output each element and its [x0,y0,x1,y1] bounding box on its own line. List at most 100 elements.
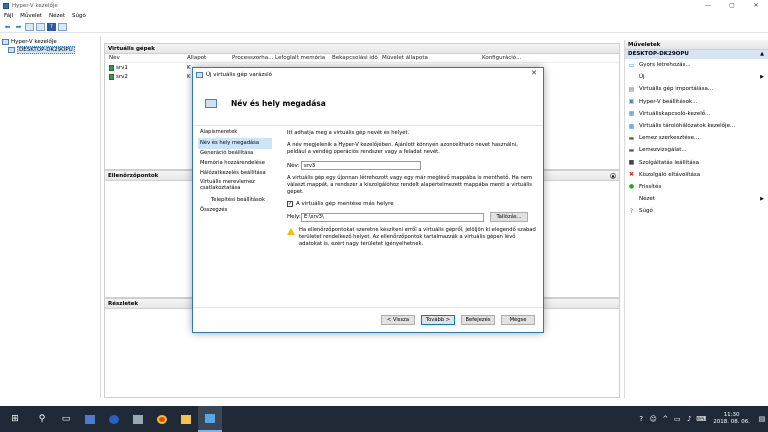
keyboard-icon[interactable]: ⌨ [695,415,707,423]
tree-root-label: Hyper-V kezelője [11,39,57,45]
refresh-icon: ● [628,183,635,191]
vm-icon [109,64,114,71]
clock[interactable]: 11:30 2018. 08. 06. [713,412,750,426]
action-item[interactable]: ▬ Lemez szerkesztése... [625,132,768,144]
action-item[interactable]: ? Súgó [625,205,768,217]
hyperv-taskbar-icon[interactable] [198,406,222,432]
back-arrow-icon[interactable]: ⬅ [3,23,12,31]
wizard-step[interactable]: Hálózatkezelés beállítása [198,169,272,179]
action-item[interactable]: ▦ Virtuális tárolóhálózatok kezelője... [625,120,768,132]
people-app-icon[interactable] [78,406,102,432]
browse-button[interactable]: Tallózás... [490,212,528,223]
system-tray: ? ☺ ^ ▭ ♪ ⌨ 11:30 2018. 08. 06. ▤ [635,406,768,432]
col-uptime[interactable]: Bekapcsolási idő [332,55,382,61]
file-explorer-icon[interactable] [174,406,198,432]
tree-host[interactable]: DESKTOP-DK29OPU [2,46,100,54]
show-hide-tree-icon[interactable] [25,22,34,31]
col-name[interactable]: Név [105,55,187,61]
wizard-step[interactable]: Virtuális merevlemez csatlakoztatása [198,179,272,195]
menu-file[interactable]: Fájl [4,13,13,19]
action-label: Kiszolgáló eltávolítása [639,171,701,178]
people-tray-icon[interactable]: ☺ [647,415,659,423]
wizard-step[interactable]: Név és hely megadása [198,138,272,149]
action-item[interactable]: ■ Szolgáltatás leállítása [625,157,768,169]
action-label: Új [639,74,645,81]
toolbar: ⬅ ➡ ? [0,21,768,33]
action-label: Virtuális tárolóhálózatok kezelője... [639,123,736,130]
collapse-caret-icon[interactable]: ▲ [760,50,764,59]
task-view-icon[interactable]: ▭ [54,406,78,432]
cancel-button[interactable]: Mégse [501,315,535,325]
finish-button[interactable]: Befejezés [461,315,495,325]
help-tray-icon[interactable]: ? [635,415,647,423]
help-icon[interactable]: ? [47,22,56,31]
col-status[interactable]: Művelet állapota [382,55,482,61]
forward-arrow-icon[interactable]: ➡ [14,23,23,31]
submenu-arrow-icon: ▶ [760,74,764,81]
window-title: Hyper-V kezelője [12,2,58,9]
location-description: A virtuális gép egy újonnan létrehozott … [287,175,533,196]
volume-icon[interactable]: ♪ [683,415,695,423]
action-item[interactable]: ● Frissítés [625,181,768,193]
action-item[interactable]: Nézet ▶ [625,193,768,205]
menu-help[interactable]: Súgó [72,13,86,19]
import-icon: ▤ [628,85,635,93]
network-icon[interactable]: ▭ [671,415,683,423]
warning-text: Ha ellenőrzőpontokat szeretne készíteni … [299,227,536,248]
vm-name: srv2 [116,73,128,80]
location-input[interactable] [301,212,484,222]
action-item[interactable]: ▣ Hyper-V beállítások... [625,96,768,108]
actions-pane: Műveletek DESKTOP-DK29OPU ▲ ▭ Gyors létre… [624,40,768,398]
minimize-button[interactable]: — [696,0,720,11]
quick-create-icon: ▭ [628,61,635,69]
action-item[interactable]: ▦ Virtuáliskapcsoló-kezelő... [625,108,768,120]
store-elsewhere-checkbox[interactable]: ✓ [287,201,293,208]
action-item[interactable]: ▤ Virtuális gép importálása... [625,83,768,95]
action-label: Gyors létrehozás... [639,62,691,69]
name-label: Név: [287,162,300,169]
blank-icon [628,74,635,81]
col-cpu[interactable]: Processzorha... [232,55,275,61]
dialog-close-icon[interactable]: ✕ [531,69,537,77]
recycle-app-icon[interactable] [126,406,150,432]
wizard-icon [196,71,203,78]
inspect-disk-icon: ▬ [628,146,635,154]
col-memory[interactable]: Lefoglalt memória [275,55,332,61]
action-pane-icon[interactable] [58,22,67,31]
wizard-step[interactable]: Telepítési beállítások [198,195,272,205]
col-config[interactable]: Konfiguráció... [482,55,552,61]
action-label: Lemezvizsgálat... [639,147,687,154]
menu-view[interactable]: Nézet [49,13,65,19]
chevron-up-icon[interactable]: ^ [659,415,671,423]
tree-root[interactable]: Hyper-V kezelője [2,38,100,46]
chrome-icon[interactable] [150,406,174,432]
col-state[interactable]: Állapot [187,55,232,61]
actions-host-header[interactable]: DESKTOP-DK29OPU ▲ [625,50,768,59]
action-item[interactable]: ▭ Gyors létrehozás... [625,59,768,71]
next-button[interactable]: Tovább > [421,315,455,325]
wizard-step[interactable]: Alapismeretek [198,128,272,138]
action-label: Hyper-V beállítások... [639,98,698,105]
wizard-step[interactable]: Generáció beállítása [198,149,272,159]
action-item[interactable]: ✖ Kiszolgáló eltávolítása [625,169,768,181]
properties-icon[interactable] [36,22,45,31]
menu-action[interactable]: Művelet [20,13,42,19]
maximize-button[interactable]: ▢ [720,0,744,11]
wizard-step[interactable]: Összegzés [198,206,272,216]
name-input[interactable] [301,161,421,171]
warning-icon [287,228,295,236]
wizard-step[interactable]: Memória hozzárendelése [198,159,272,169]
notifications-icon[interactable]: ▤ [756,415,768,423]
media-app-icon[interactable] [102,406,126,432]
vm-icon [109,73,114,80]
server-icon [8,47,15,53]
action-item[interactable]: Új ▶ [625,71,768,83]
search-icon[interactable]: ⚲ [30,406,54,432]
back-button[interactable]: < Vissza [381,315,415,325]
collapse-chevron-icon[interactable]: ▲ [610,173,616,179]
start-windows-icon[interactable]: ⊞ [0,406,30,432]
wizard-page-icon [205,98,217,108]
action-item[interactable]: ▬ Lemezvizsgálat... [625,144,768,156]
close-button[interactable]: ✕ [744,0,768,11]
intro-text: Itt adhatja meg a virtuális gép nevét és… [287,130,410,136]
